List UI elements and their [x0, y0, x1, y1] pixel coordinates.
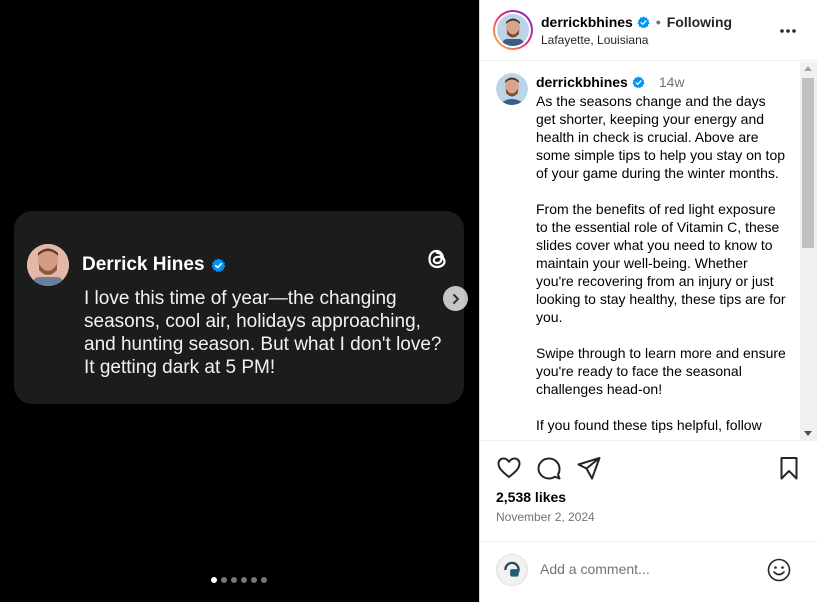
- verified-badge-icon: [637, 15, 650, 28]
- emoji-icon[interactable]: [766, 557, 792, 583]
- carousel-dot: [251, 577, 257, 583]
- caption-author-avatar[interactable]: [496, 73, 528, 105]
- caption-time[interactable]: 14w: [659, 74, 685, 90]
- caption-scrollbar[interactable]: [800, 62, 817, 440]
- likes-count[interactable]: 2,538 likes: [496, 489, 566, 505]
- carousel-indicator: [211, 577, 267, 583]
- threads-quote-card: Derrick Hines I love this time of year—t…: [14, 211, 464, 404]
- following-button[interactable]: Following: [667, 14, 732, 30]
- bookmark-icon[interactable]: [776, 455, 802, 481]
- threads-logo-icon: [428, 249, 446, 269]
- current-user-avatar: [496, 554, 528, 586]
- carousel-dot: [211, 577, 217, 583]
- carousel-dot: [241, 577, 247, 583]
- chevron-right-icon: [452, 293, 459, 304]
- comment-bar: [480, 541, 818, 602]
- header-user-line: derrickbhines • Following: [541, 14, 732, 30]
- card-quote-text: I love this time of year—the changing se…: [84, 288, 442, 378]
- carousel-dot: [261, 577, 267, 583]
- verified-badge-icon: [210, 257, 226, 272]
- caption-text: As the seasons change and the days get s…: [536, 93, 786, 433]
- carousel-next-button[interactable]: [443, 286, 468, 311]
- heart-icon[interactable]: [496, 455, 522, 481]
- carousel-dot: [231, 577, 237, 583]
- caption-user-line: derrickbhines 14w: [536, 74, 685, 90]
- card-author-avatar: [27, 244, 69, 286]
- header-separator: •: [655, 14, 661, 30]
- more-options-icon[interactable]: [778, 21, 798, 41]
- comment-icon[interactable]: [536, 455, 562, 481]
- caption-section: derrickbhines 14w As the seasons change …: [480, 62, 800, 440]
- author-avatar[interactable]: [493, 10, 533, 50]
- post-actions: 2,538 likes November 2, 2024: [480, 440, 818, 555]
- scroll-down-arrow[interactable]: [804, 431, 812, 436]
- comment-input[interactable]: [540, 561, 760, 577]
- scroll-thumb[interactable]: [802, 78, 814, 248]
- card-author: Derrick Hines: [82, 254, 226, 276]
- caption-username[interactable]: derrickbhines: [536, 74, 628, 90]
- post-date[interactable]: November 2, 2024: [496, 510, 595, 524]
- share-icon[interactable]: [576, 455, 602, 481]
- post-details-panel: derrickbhines • Following Lafayette, Lou…: [479, 0, 818, 602]
- verified-badge-icon: [632, 75, 645, 88]
- card-author-name: Derrick Hines: [82, 254, 205, 275]
- header-username[interactable]: derrickbhines: [541, 14, 633, 30]
- post-media[interactable]: Derrick Hines I love this time of year—t…: [0, 0, 479, 602]
- carousel-dot: [221, 577, 227, 583]
- scroll-up-arrow[interactable]: [804, 66, 812, 71]
- post-header: derrickbhines • Following Lafayette, Lou…: [480, 0, 818, 61]
- post-location[interactable]: Lafayette, Louisiana: [541, 33, 648, 47]
